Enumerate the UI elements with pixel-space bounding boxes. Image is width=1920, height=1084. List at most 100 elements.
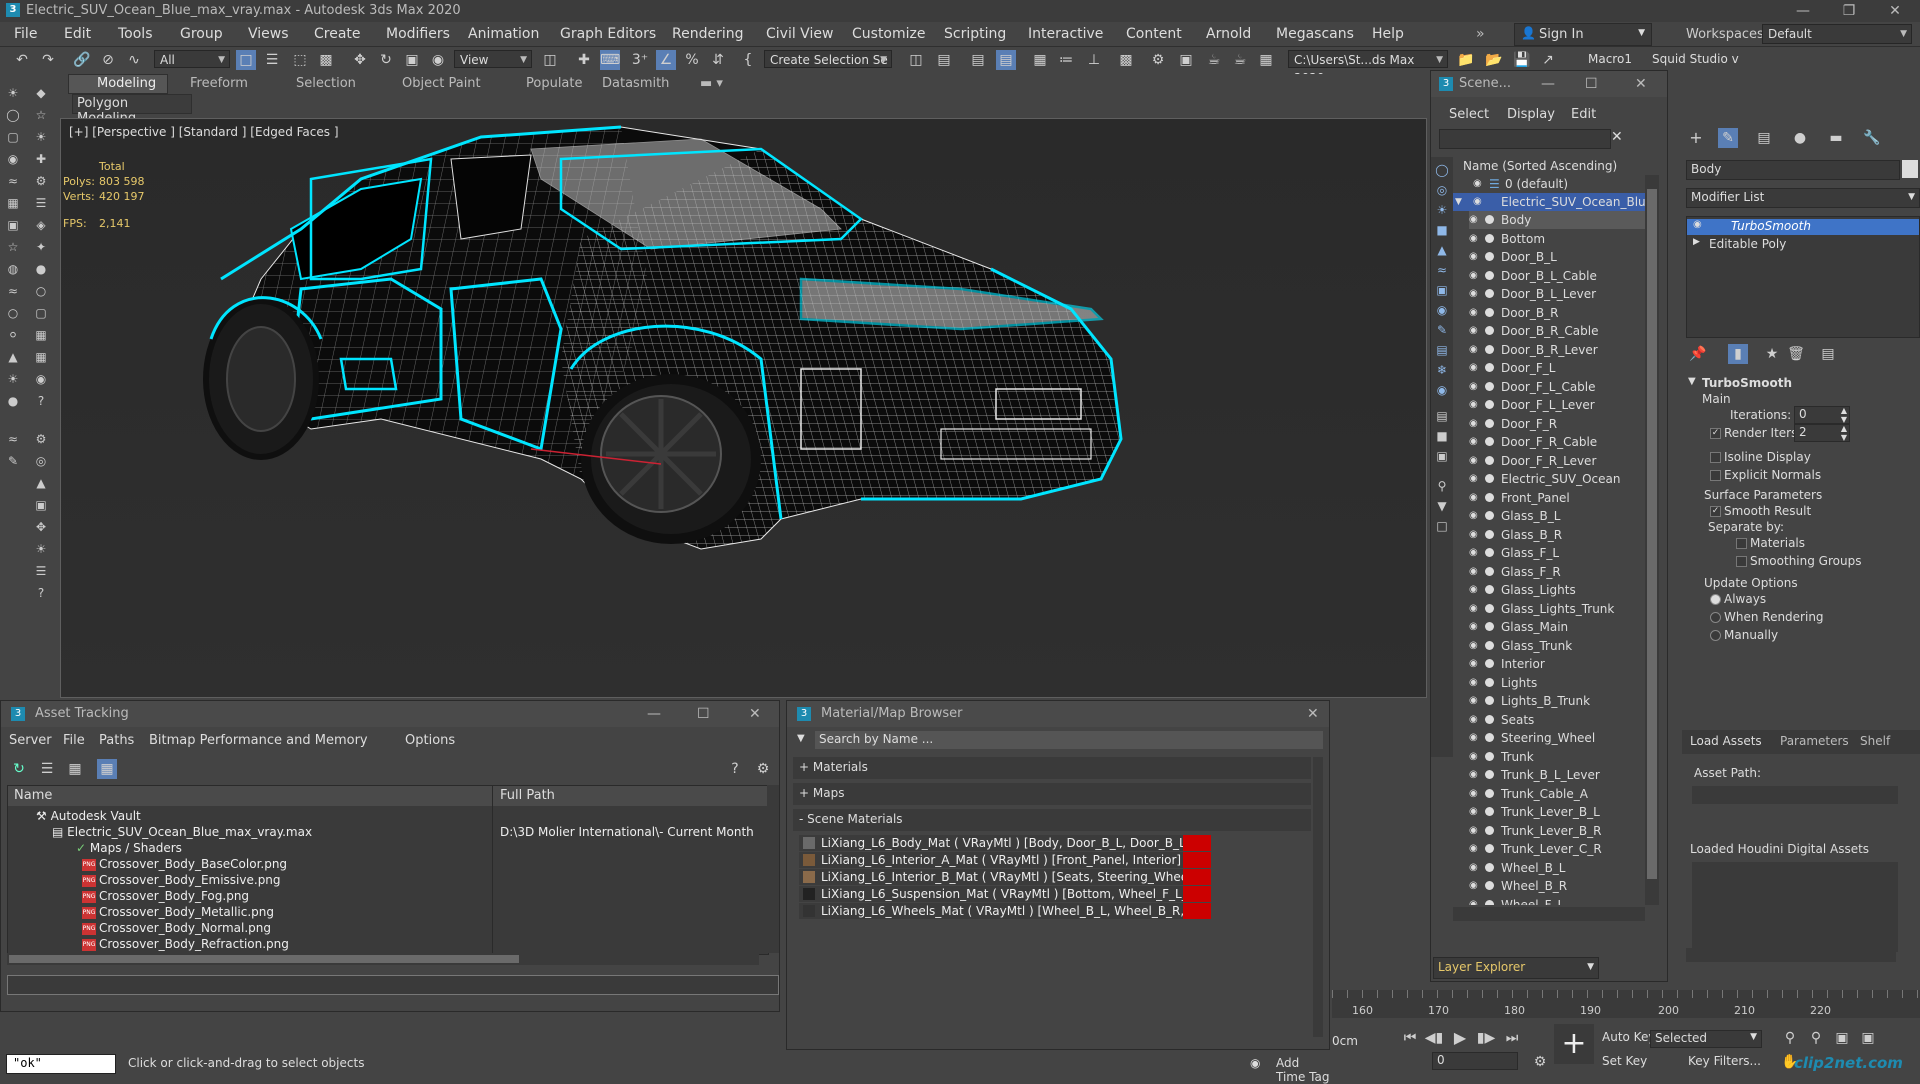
filter-helpers-icon[interactable]: ▲ xyxy=(1433,241,1451,259)
modify-tab-icon[interactable]: ✎ xyxy=(1718,128,1738,148)
globe-icon[interactable]: ◎ xyxy=(32,452,50,470)
vault-row[interactable]: ⚒ Autodesk Vault xyxy=(36,808,141,824)
tab-populate[interactable]: Populate xyxy=(526,76,583,91)
cloth-icon[interactable]: ▦ xyxy=(4,194,22,212)
tab-datasmith[interactable]: Datasmith xyxy=(602,76,669,91)
eye-icon[interactable]: ◉ xyxy=(1469,581,1478,599)
close-icon[interactable]: ✕ xyxy=(749,701,761,727)
smoothing-groups-checkbox[interactable] xyxy=(1736,556,1747,567)
material-search-input[interactable]: Search by Name ... xyxy=(815,731,1323,749)
eye-icon[interactable]: ◉ xyxy=(1469,563,1478,581)
minimize-icon[interactable]: — xyxy=(1780,0,1826,22)
menu-customize[interactable]: Customize xyxy=(852,26,926,42)
explorer-type-dropdown[interactable]: Layer Explorer ▼ xyxy=(1433,957,1599,979)
tab-shelf[interactable]: Shelf xyxy=(1860,734,1890,748)
file-row[interactable]: ▤ Electric_SUV_Ocean_Blue_max_vray.max xyxy=(52,824,312,840)
stack-item-editable-poly[interactable]: ▶ Editable Poly xyxy=(1687,237,1919,253)
select-manipulate-icon[interactable]: ✚ xyxy=(574,50,594,70)
export-icon[interactable]: ↗ xyxy=(1538,50,1558,70)
scene-item[interactable]: ◉ Door_B_L xyxy=(1469,248,1645,266)
menu-select[interactable]: Select xyxy=(1449,107,1489,122)
eye-icon[interactable]: ◉ xyxy=(1469,748,1478,766)
rect-selection-icon[interactable]: ⬚ xyxy=(290,50,310,70)
zoom-extents-all-icon[interactable]: ▣ xyxy=(1858,1028,1878,1048)
menu-megascans[interactable]: Megascans xyxy=(1276,26,1354,42)
move-icon[interactable]: ✥ xyxy=(350,50,370,70)
iterations-spinner[interactable]: 0 ▲ ▼ xyxy=(1794,406,1850,424)
eye-icon[interactable]: ◉ xyxy=(1469,322,1478,340)
eye-icon[interactable]: ◉ xyxy=(1469,433,1478,451)
menu-file[interactable]: File xyxy=(14,26,37,42)
materials-checkbox[interactable] xyxy=(1736,538,1747,549)
menu-modifiers[interactable]: Modifiers xyxy=(386,26,450,42)
eye-icon[interactable]: ◉ xyxy=(1469,396,1478,414)
scene-item[interactable]: ◉ Electric_SUV_Ocean xyxy=(1469,470,1645,488)
scene-search-input[interactable] xyxy=(1439,129,1611,149)
filter-groups-icon[interactable]: ▣ xyxy=(1433,281,1451,299)
scene-item[interactable]: ◉ Trunk_Lever_C_R xyxy=(1469,840,1645,858)
texture-row[interactable]: PNG Crossover_Body_Refraction.png xyxy=(82,936,289,952)
filter-hidden-icon[interactable]: ◉ xyxy=(1433,381,1451,399)
pin-stack-icon[interactable]: 📌 xyxy=(1688,344,1708,364)
selection-filter-dropdown[interactable]: All ▼ xyxy=(154,50,230,68)
brush-icon[interactable]: ✎ xyxy=(4,452,22,470)
image-icon[interactable]: ▣ xyxy=(32,496,50,514)
menu-group[interactable]: Group xyxy=(180,26,223,42)
unlink-icon[interactable]: ⊘ xyxy=(98,50,118,70)
workspace-dropdown[interactable]: Default ▼ xyxy=(1762,24,1912,44)
eye-icon[interactable]: ◉ xyxy=(1469,729,1478,747)
system-icon[interactable]: ⚙ xyxy=(32,172,50,190)
menu-paths[interactable]: Paths xyxy=(99,733,134,748)
next-frame-icon[interactable]: ▮▶ xyxy=(1476,1028,1496,1048)
help-icon[interactable]: ? xyxy=(32,392,50,410)
eye-icon[interactable]: ◉ xyxy=(1469,489,1478,507)
eye-icon[interactable]: ◉ xyxy=(1469,507,1478,525)
scene-item[interactable]: ◉ Trunk_Cable_A xyxy=(1469,785,1645,803)
zoom-extents-icon[interactable]: ▣ xyxy=(1832,1028,1852,1048)
schematic-view-icon[interactable]: ⊥ xyxy=(1084,50,1104,70)
hierarchy-tab-icon[interactable]: ▤ xyxy=(1754,128,1774,148)
scene-item[interactable]: ◉ Trunk_B_L_Lever xyxy=(1469,766,1645,784)
scrollbar-thumb[interactable] xyxy=(1647,189,1657,879)
eye-icon[interactable]: ◉ xyxy=(1469,267,1478,285)
chevron-down-icon[interactable]: ▼ xyxy=(1455,193,1462,211)
filter-bones-icon[interactable]: ✎ xyxy=(1433,321,1451,339)
scene-item[interactable]: ◉ Glass_B_L xyxy=(1469,507,1645,525)
layer-row[interactable]: ◉ ☰ 0 (default) xyxy=(1453,175,1633,193)
filter-frozen-icon[interactable]: ❄ xyxy=(1433,361,1451,379)
eye-icon[interactable]: ◉ xyxy=(1469,452,1478,470)
scene-item[interactable]: ◉ Trunk xyxy=(1469,748,1645,766)
zoom-icon[interactable]: ⚲ xyxy=(1780,1028,1800,1048)
sort-header[interactable]: Name (Sorted Ascending) xyxy=(1463,159,1617,173)
eye-icon[interactable]: ◉ xyxy=(1469,230,1478,248)
lock-icon[interactable]: □ xyxy=(1433,517,1451,535)
set-key-button[interactable]: Set Key xyxy=(1602,1054,1647,1068)
goto-start-icon[interactable]: ⏮ xyxy=(1400,1028,1420,1048)
scene-item[interactable]: ◉ Bottom xyxy=(1469,230,1645,248)
undo-icon[interactable]: ↶ xyxy=(12,50,32,70)
eye-icon[interactable]: ◉ xyxy=(1469,285,1478,303)
menu-rendering[interactable]: Rendering xyxy=(672,26,744,42)
sign-in-button[interactable]: 👤 Sign In ▼ xyxy=(1514,23,1652,46)
maxscript-listener[interactable]: "ok" xyxy=(6,1054,116,1074)
ring-icon[interactable]: ⚪ xyxy=(4,326,22,344)
display-tab-icon[interactable]: ▬ xyxy=(1826,128,1846,148)
tab-modeling[interactable]: Modeling xyxy=(68,74,168,94)
scene-item[interactable]: ◉ Door_B_R_Lever xyxy=(1469,341,1645,359)
root-row[interactable]: ▼ ◉ Electric_SUV_Ocean_Blu xyxy=(1453,193,1645,211)
filter-containers-icon[interactable]: ▤ xyxy=(1433,341,1451,359)
refresh-icon[interactable]: ↻ xyxy=(9,759,29,779)
mirror-icon[interactable]: ◫ xyxy=(906,50,926,70)
eye-icon[interactable]: ◉ xyxy=(1469,674,1478,692)
toggle-layer-explorer-icon[interactable]: ▤ xyxy=(996,50,1016,70)
render-setup-icon[interactable]: ⚙ xyxy=(1148,50,1168,70)
ribbon-options-icon[interactable]: ▬ ▾ xyxy=(700,76,723,91)
xref-icon[interactable]: ▣ xyxy=(4,216,22,234)
filter-cameras-icon[interactable]: ■ xyxy=(1433,221,1451,239)
close-icon[interactable]: ✕ xyxy=(1872,0,1918,22)
key-filters-button[interactable]: Key Filters... xyxy=(1688,1054,1761,1068)
camera-icon[interactable]: ◉ xyxy=(4,150,22,168)
filter-shapes-icon[interactable]: ◎ xyxy=(1433,181,1451,199)
sun-icon[interactable]: ☀ xyxy=(4,370,22,388)
rotate-icon[interactable]: ↻ xyxy=(376,50,396,70)
